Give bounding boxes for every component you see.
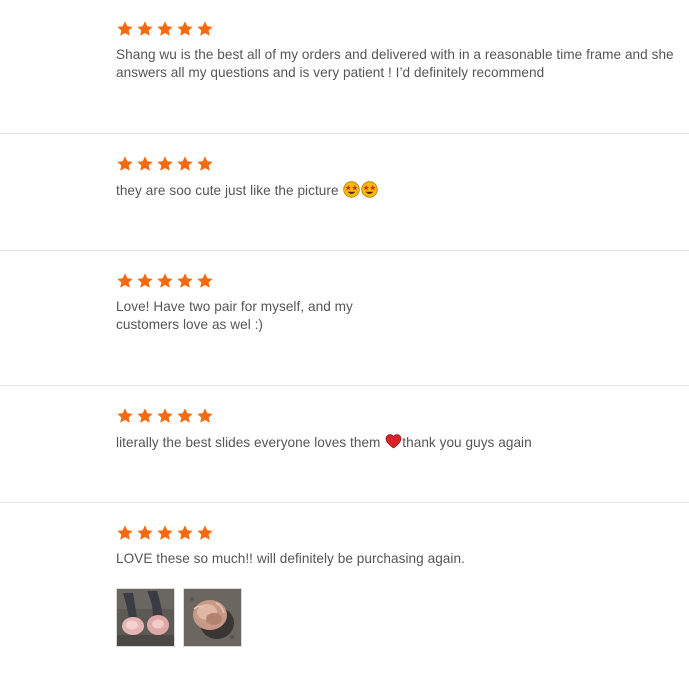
star-rating xyxy=(116,155,214,173)
divider xyxy=(0,502,689,503)
star-icon xyxy=(116,524,134,542)
star-icon xyxy=(156,524,174,542)
star-icon xyxy=(156,272,174,290)
star-icon xyxy=(156,155,174,173)
star-icon xyxy=(136,407,154,425)
review-text-line: they are soo cute just like the picture xyxy=(116,181,681,200)
star-icon xyxy=(176,155,194,173)
star-icon xyxy=(176,407,194,425)
star-icon xyxy=(196,272,214,290)
star-icon xyxy=(136,155,154,173)
star-icon xyxy=(116,407,134,425)
review-text: LOVE these so much!! will definitely be … xyxy=(116,551,465,566)
divider xyxy=(0,250,689,251)
star-icon xyxy=(116,272,134,290)
star-icon xyxy=(176,524,194,542)
review-text-line: literally the best slides everyone loves… xyxy=(116,433,681,452)
star-icon xyxy=(196,20,214,38)
divider xyxy=(0,133,689,134)
review-text: literally the best slides everyone loves… xyxy=(116,435,381,450)
divider xyxy=(0,385,689,386)
review-photos xyxy=(116,588,242,647)
star-icon xyxy=(136,524,154,542)
star-icon xyxy=(116,20,134,38)
star-icon xyxy=(196,524,214,542)
star-icon xyxy=(156,407,174,425)
star-icon xyxy=(136,20,154,38)
star-struck-emoji-icon xyxy=(343,181,361,198)
star-icon xyxy=(176,20,194,38)
star-icon xyxy=(176,272,194,290)
review-text: they are soo cute just like the picture xyxy=(116,183,339,198)
star-icon xyxy=(116,155,134,173)
review-text: Shang wu is the best all of my orders an… xyxy=(116,47,674,80)
star-rating xyxy=(116,524,214,542)
star-icon xyxy=(136,272,154,290)
star-rating xyxy=(116,272,214,290)
star-struck-emoji-icon xyxy=(361,181,379,198)
star-icon xyxy=(196,155,214,173)
fur-slide-on-ground-photo[interactable] xyxy=(183,588,242,647)
feet-in-fur-slides-photo[interactable] xyxy=(116,588,175,647)
review-text-continued: thank you guys again xyxy=(402,435,532,450)
review-text: Love! Have two pair for myself, and my c… xyxy=(116,299,353,332)
red-heart-emoji-icon xyxy=(385,433,402,450)
star-rating xyxy=(116,20,214,38)
star-rating xyxy=(116,407,214,425)
star-icon xyxy=(196,407,214,425)
star-icon xyxy=(156,20,174,38)
